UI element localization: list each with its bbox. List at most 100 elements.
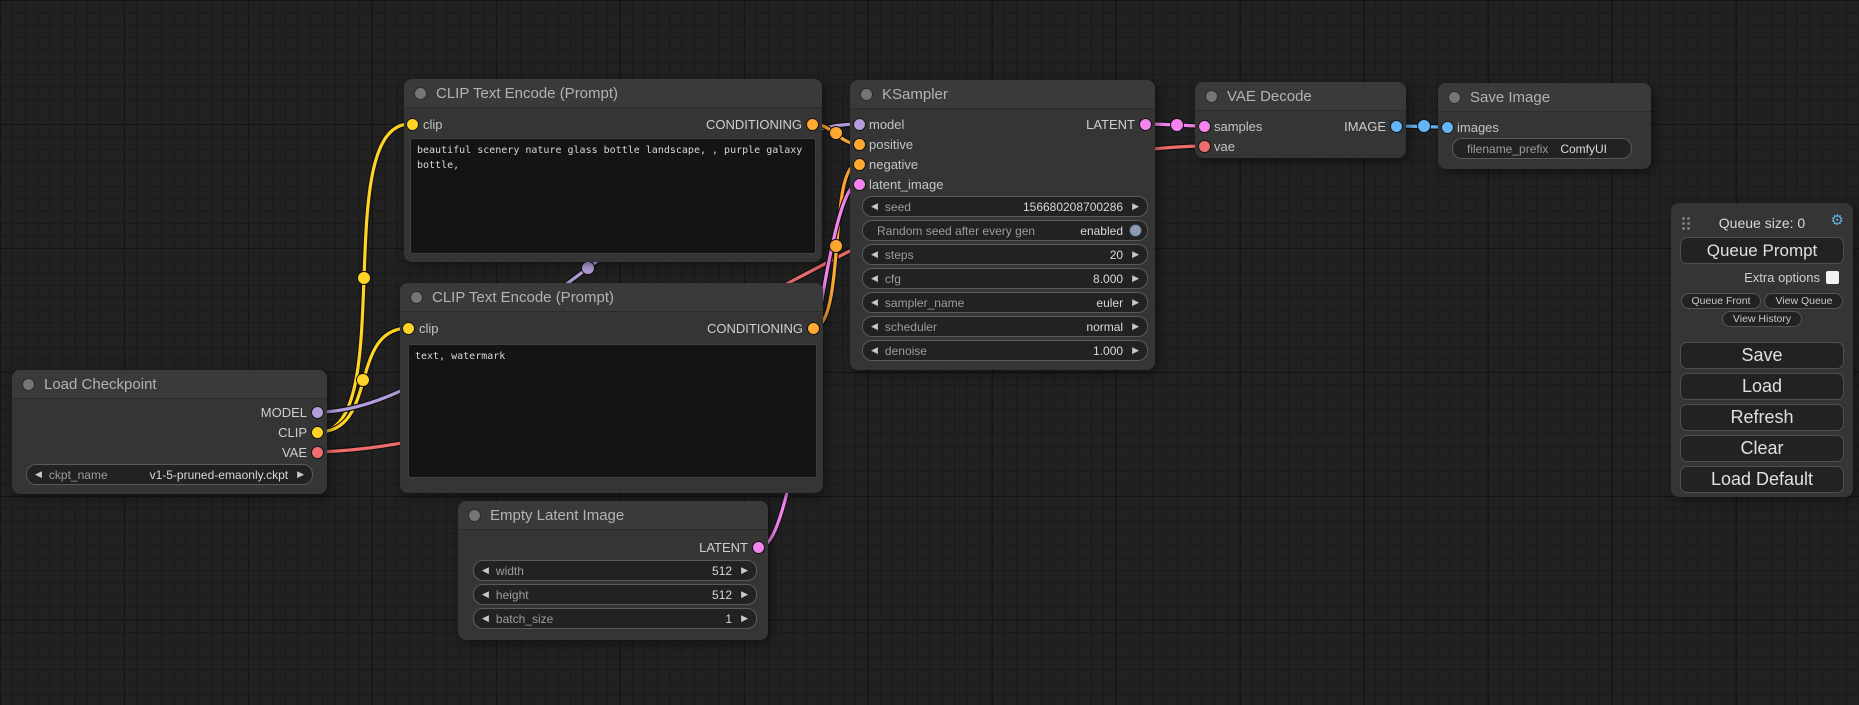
arrow-left-icon[interactable]: ◀ — [871, 322, 878, 331]
link-dot[interactable] — [358, 272, 371, 285]
input-slot-negative[interactable] — [853, 158, 866, 171]
input-slot-positive[interactable] — [853, 138, 866, 151]
input-slot-clip[interactable] — [402, 322, 415, 335]
extra-options-checkbox[interactable] — [1826, 271, 1839, 284]
widget-height[interactable]: ◀ height 512 ▶ — [473, 584, 757, 605]
node-title: VAE Decode — [1227, 88, 1312, 105]
collapse-dot-icon[interactable] — [468, 509, 481, 522]
widget-cfg[interactable]: ◀ cfg 8.000 ▶ — [862, 268, 1148, 289]
widget-sampler-name[interactable]: ◀ sampler_name euler ▶ — [862, 292, 1148, 313]
widget-steps[interactable]: ◀ steps 20 ▶ — [862, 244, 1148, 265]
arrow-right-icon[interactable]: ▶ — [741, 590, 748, 599]
arrow-right-icon[interactable]: ▶ — [741, 614, 748, 623]
arrow-left-icon[interactable]: ◀ — [871, 298, 878, 307]
collapse-dot-icon[interactable] — [414, 87, 427, 100]
arrow-left-icon[interactable]: ◀ — [482, 566, 489, 575]
input-slot-vae[interactable] — [1198, 140, 1211, 153]
node-save-image[interactable]: Save Image images filename_prefix ComfyU… — [1438, 83, 1651, 169]
node-title-bar[interactable]: VAE Decode — [1195, 82, 1406, 111]
node-clip-text-encode-negative[interactable]: CLIP Text Encode (Prompt) clip CONDITION… — [400, 283, 823, 493]
output-slot-conditioning[interactable] — [806, 118, 819, 131]
node-title-bar[interactable]: Save Image — [1438, 83, 1651, 112]
arrow-left-icon[interactable]: ◀ — [482, 590, 489, 599]
output-slot-model[interactable] — [311, 406, 324, 419]
node-title-bar[interactable]: Empty Latent Image — [458, 501, 768, 530]
queue-front-button[interactable]: Queue Front — [1681, 293, 1762, 309]
link-dot[interactable] — [1171, 119, 1184, 132]
output-slot-vae[interactable] — [311, 446, 324, 459]
link-dot[interactable] — [582, 262, 595, 275]
arrow-left-icon[interactable]: ◀ — [482, 614, 489, 623]
refresh-button[interactable]: Refresh — [1680, 404, 1844, 431]
input-slot-samples[interactable] — [1198, 120, 1211, 133]
widget-label: scheduler — [885, 320, 937, 334]
output-label: CONDITIONING — [707, 321, 803, 336]
view-history-button[interactable]: View History — [1722, 311, 1802, 327]
output-slot-clip[interactable] — [311, 426, 324, 439]
output-slot-latent[interactable] — [752, 541, 765, 554]
node-title-bar[interactable]: CLIP Text Encode (Prompt) — [400, 283, 823, 312]
widget-batch-size[interactable]: ◀ batch_size 1 ▶ — [473, 608, 757, 629]
link-dot[interactable] — [830, 127, 843, 140]
arrow-right-icon[interactable]: ▶ — [1132, 322, 1139, 331]
input-slot-clip[interactable] — [406, 118, 419, 131]
output-slot-latent[interactable] — [1139, 118, 1152, 131]
link-dot[interactable] — [830, 240, 843, 253]
toggle-icon[interactable] — [1129, 224, 1142, 237]
widget-seed[interactable]: ◀ seed 156680208700286 ▶ — [862, 196, 1148, 217]
widget-width[interactable]: ◀ width 512 ▶ — [473, 560, 757, 581]
clear-button[interactable]: Clear — [1680, 435, 1844, 462]
widget-scheduler[interactable]: ◀ scheduler normal ▶ — [862, 316, 1148, 337]
link-dot[interactable] — [357, 374, 370, 387]
arrow-left-icon[interactable]: ◀ — [871, 202, 878, 211]
arrow-right-icon[interactable]: ▶ — [1132, 298, 1139, 307]
load-default-button[interactable]: Load Default — [1680, 466, 1844, 493]
arrow-right-icon[interactable]: ▶ — [1132, 346, 1139, 355]
arrow-left-icon[interactable]: ◀ — [871, 274, 878, 283]
output-slot-image[interactable] — [1390, 120, 1403, 133]
output-label: VAE — [282, 445, 307, 460]
node-title-bar[interactable]: Load Checkpoint — [12, 370, 327, 399]
arrow-left-icon[interactable]: ◀ — [35, 470, 42, 479]
collapse-dot-icon[interactable] — [1205, 90, 1218, 103]
widget-denoise[interactable]: ◀ denoise 1.000 ▶ — [862, 340, 1148, 361]
node-load-checkpoint[interactable]: Load Checkpoint MODEL CLIP VAE ◀ ckpt_na… — [12, 370, 327, 494]
input-slot-images[interactable] — [1441, 121, 1454, 134]
node-title-bar[interactable]: CLIP Text Encode (Prompt) — [404, 79, 822, 108]
widget-random-seed[interactable]: Random seed after every gen enabled — [862, 220, 1148, 241]
collapse-dot-icon[interactable] — [22, 378, 35, 391]
arrow-right-icon[interactable]: ▶ — [741, 566, 748, 575]
input-slot-latent-image[interactable] — [853, 178, 866, 191]
widget-value: 512 — [712, 564, 732, 578]
gear-icon[interactable]: ⚙ — [1831, 213, 1844, 228]
node-clip-text-encode-positive[interactable]: CLIP Text Encode (Prompt) clip CONDITION… — [404, 79, 822, 262]
link-dot[interactable] — [1418, 120, 1431, 133]
node-empty-latent-image[interactable]: Empty Latent Image LATENT ◀ width 512 ▶ … — [458, 501, 768, 640]
load-button[interactable]: Load — [1680, 373, 1844, 400]
view-queue-button[interactable]: View Queue — [1764, 293, 1843, 309]
save-button[interactable]: Save — [1680, 342, 1844, 369]
graph-canvas[interactable]: Load Checkpoint MODEL CLIP VAE ◀ ckpt_na… — [0, 0, 1859, 705]
arrow-left-icon[interactable]: ◀ — [871, 250, 878, 259]
collapse-dot-icon[interactable] — [1448, 91, 1461, 104]
node-title-bar[interactable]: KSampler — [850, 80, 1155, 109]
prompt-textarea[interactable]: beautiful scenery nature glass bottle la… — [410, 138, 816, 254]
queue-prompt-button[interactable]: Queue Prompt — [1680, 237, 1844, 264]
node-vae-decode[interactable]: VAE Decode samples IMAGE vae — [1195, 82, 1406, 158]
arrow-right-icon[interactable]: ▶ — [1132, 202, 1139, 211]
input-label: clip — [423, 117, 443, 132]
slot-row: latent_image — [850, 174, 1155, 194]
output-slot-conditioning[interactable] — [807, 322, 820, 335]
widget-ckpt-name[interactable]: ◀ ckpt_name v1-5-pruned-emaonly.ckpt ▶ — [26, 464, 313, 485]
prompt-textarea[interactable]: text, watermark — [408, 344, 817, 478]
arrow-left-icon[interactable]: ◀ — [871, 346, 878, 355]
widget-filename-prefix[interactable]: filename_prefix ComfyUI — [1452, 138, 1632, 159]
node-ksampler[interactable]: KSampler model LATENT positive negative … — [850, 80, 1155, 370]
input-label: images — [1457, 120, 1499, 135]
collapse-dot-icon[interactable] — [860, 88, 873, 101]
arrow-right-icon[interactable]: ▶ — [297, 470, 304, 479]
collapse-dot-icon[interactable] — [410, 291, 423, 304]
arrow-right-icon[interactable]: ▶ — [1132, 274, 1139, 283]
arrow-right-icon[interactable]: ▶ — [1132, 250, 1139, 259]
input-slot-model[interactable] — [853, 118, 866, 131]
